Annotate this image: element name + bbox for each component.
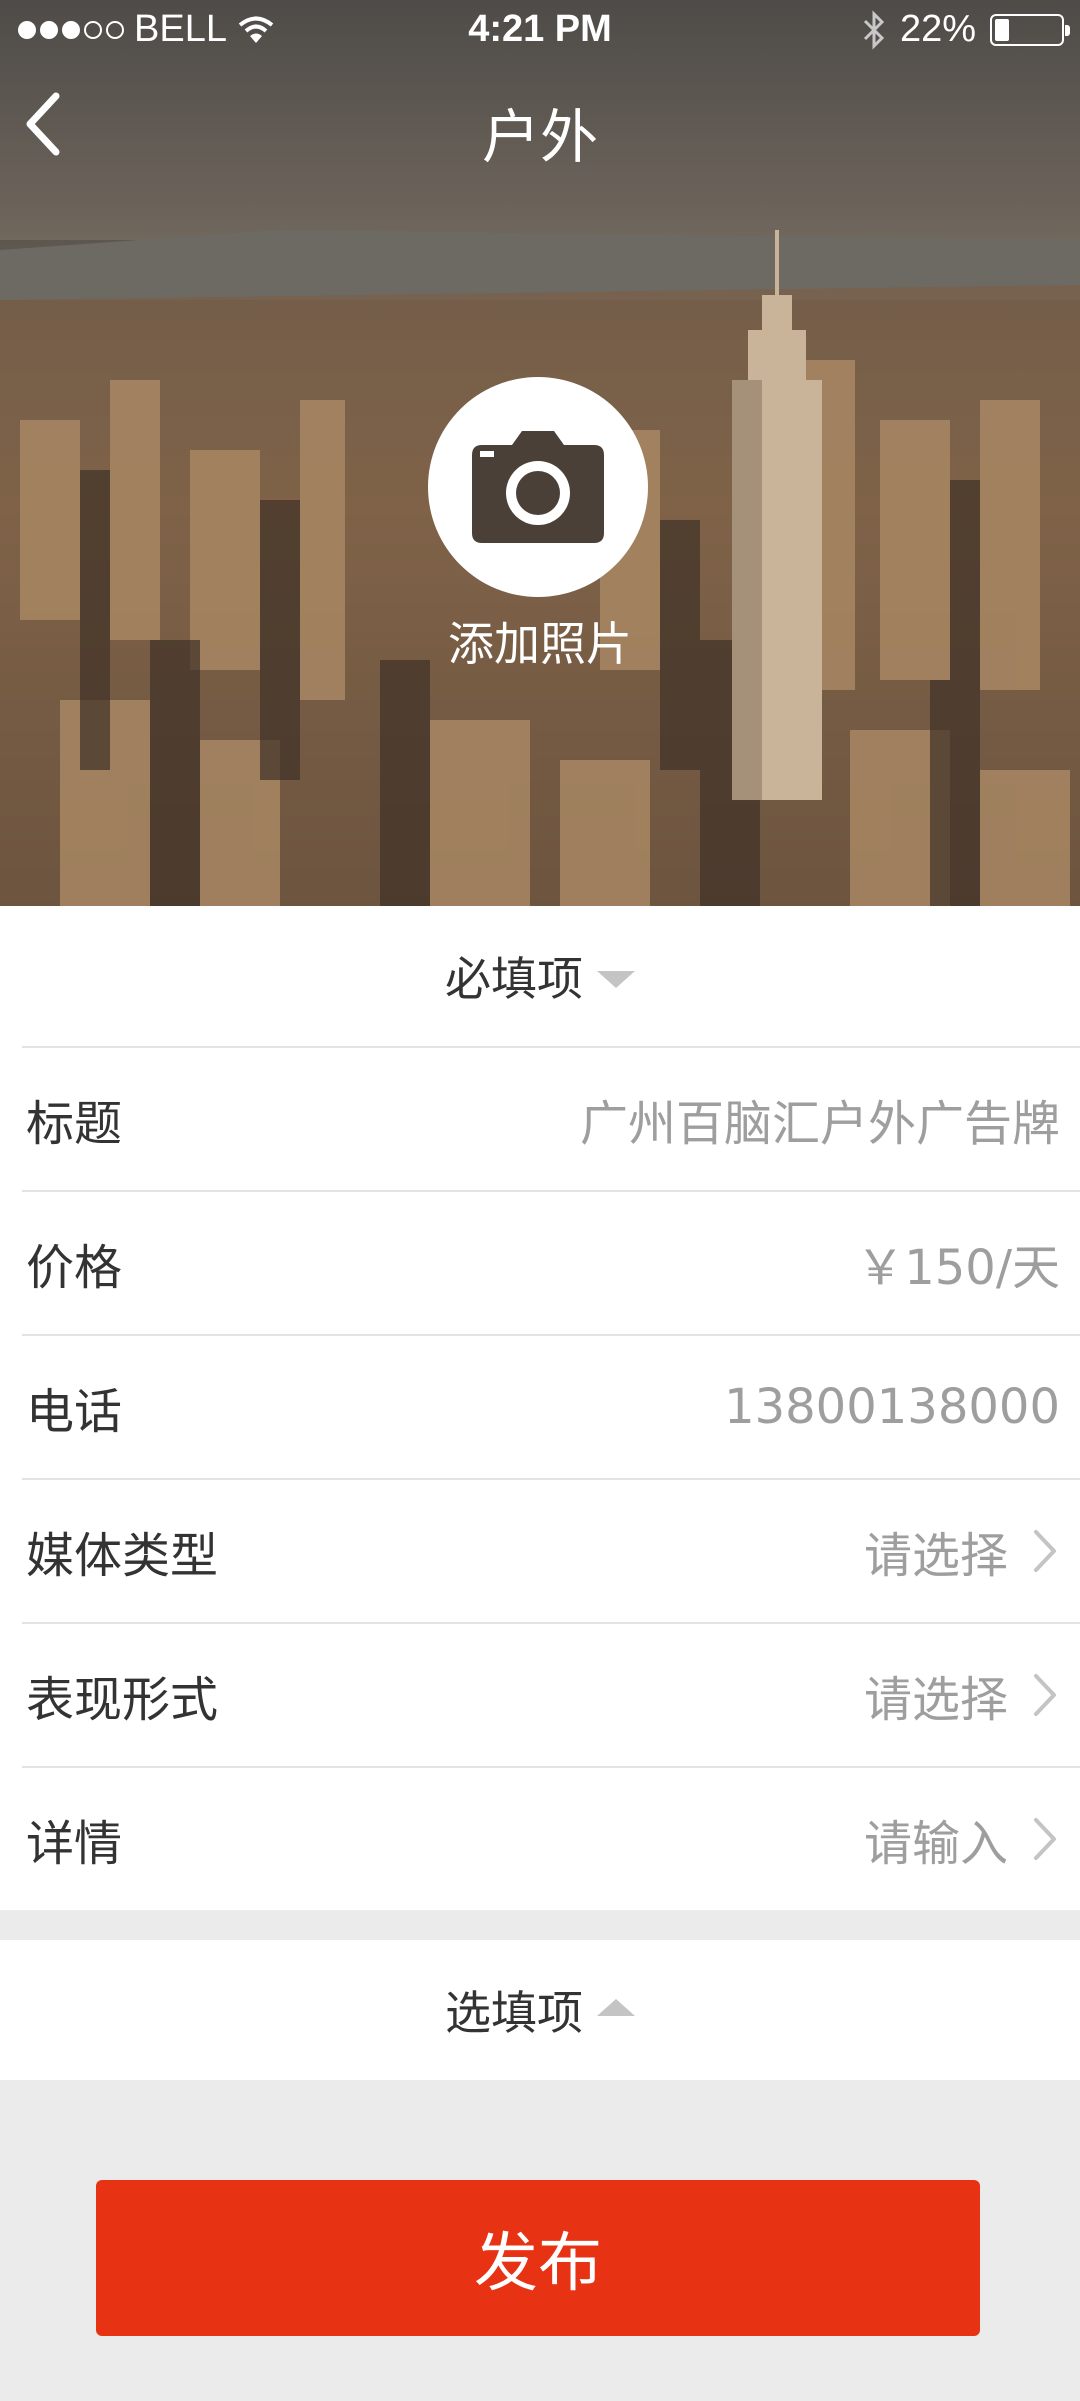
battery-level [995, 18, 1010, 41]
battery-percent: 22% [899, 8, 976, 50]
chevron-right-icon [1034, 1530, 1056, 1572]
optional-section-header[interactable]: 选填项 [0, 1940, 1080, 2080]
required-section-title: 必填项 [445, 952, 583, 1006]
required-section: 必填项 标题 广州百脑汇户外广告牌 价格 ￥150/天 电话 138001380… [0, 906, 1080, 1910]
field-value: 请输入 [863, 1816, 1008, 1872]
field-details[interactable]: 详情 请输入 [22, 1766, 1080, 1910]
field-display-form[interactable]: 表现形式 请选择 [22, 1622, 1080, 1766]
field-label: 表现形式 [26, 1672, 219, 1728]
chevron-right-icon [1034, 1674, 1056, 1716]
page-title: 户外 [481, 103, 598, 171]
bluetooth-icon [863, 9, 885, 50]
field-media-type[interactable]: 媒体类型 请选择 [22, 1478, 1080, 1622]
field-value: ￥150/天 [856, 1240, 1060, 1296]
chevron-right-icon [1034, 1818, 1056, 1860]
field-label: 详情 [26, 1816, 123, 1872]
required-section-header[interactable]: 必填项 [0, 906, 1080, 1046]
field-value: 请选择 [863, 1672, 1008, 1728]
field-label: 标题 [26, 1096, 123, 1152]
optional-section: 选填项 [0, 1940, 1080, 2080]
optional-section-title: 选填项 [445, 1986, 583, 2040]
camera-icon [472, 431, 604, 543]
field-value: 请选择 [863, 1528, 1008, 1584]
field-label: 电话 [26, 1384, 123, 1440]
battery-icon [990, 13, 1070, 46]
field-title[interactable]: 标题 广州百脑汇户外广告牌 [22, 1046, 1080, 1190]
field-phone[interactable]: 电话 13800138000 [22, 1334, 1080, 1478]
publish-button[interactable]: 发布 [96, 2180, 980, 2336]
field-value: 13800138000 [724, 1379, 1060, 1435]
field-value: 广州百脑汇户外广告牌 [579, 1096, 1060, 1152]
header-photo-area: BELL 4:21 PM 22% 户外 添加照片 [0, 0, 1080, 906]
status-right: 22% [862, 8, 1070, 51]
field-price[interactable]: 价格 ￥150/天 [22, 1190, 1080, 1334]
field-label: 价格 [26, 1240, 123, 1296]
add-photo-button[interactable] [428, 377, 648, 597]
triangle-down-icon [597, 970, 635, 988]
status-bar: BELL 4:21 PM 22% [0, 0, 1080, 60]
field-label: 媒体类型 [26, 1528, 219, 1584]
triangle-up-icon [597, 1998, 635, 2016]
add-photo-label: 添加照片 [448, 617, 632, 671]
